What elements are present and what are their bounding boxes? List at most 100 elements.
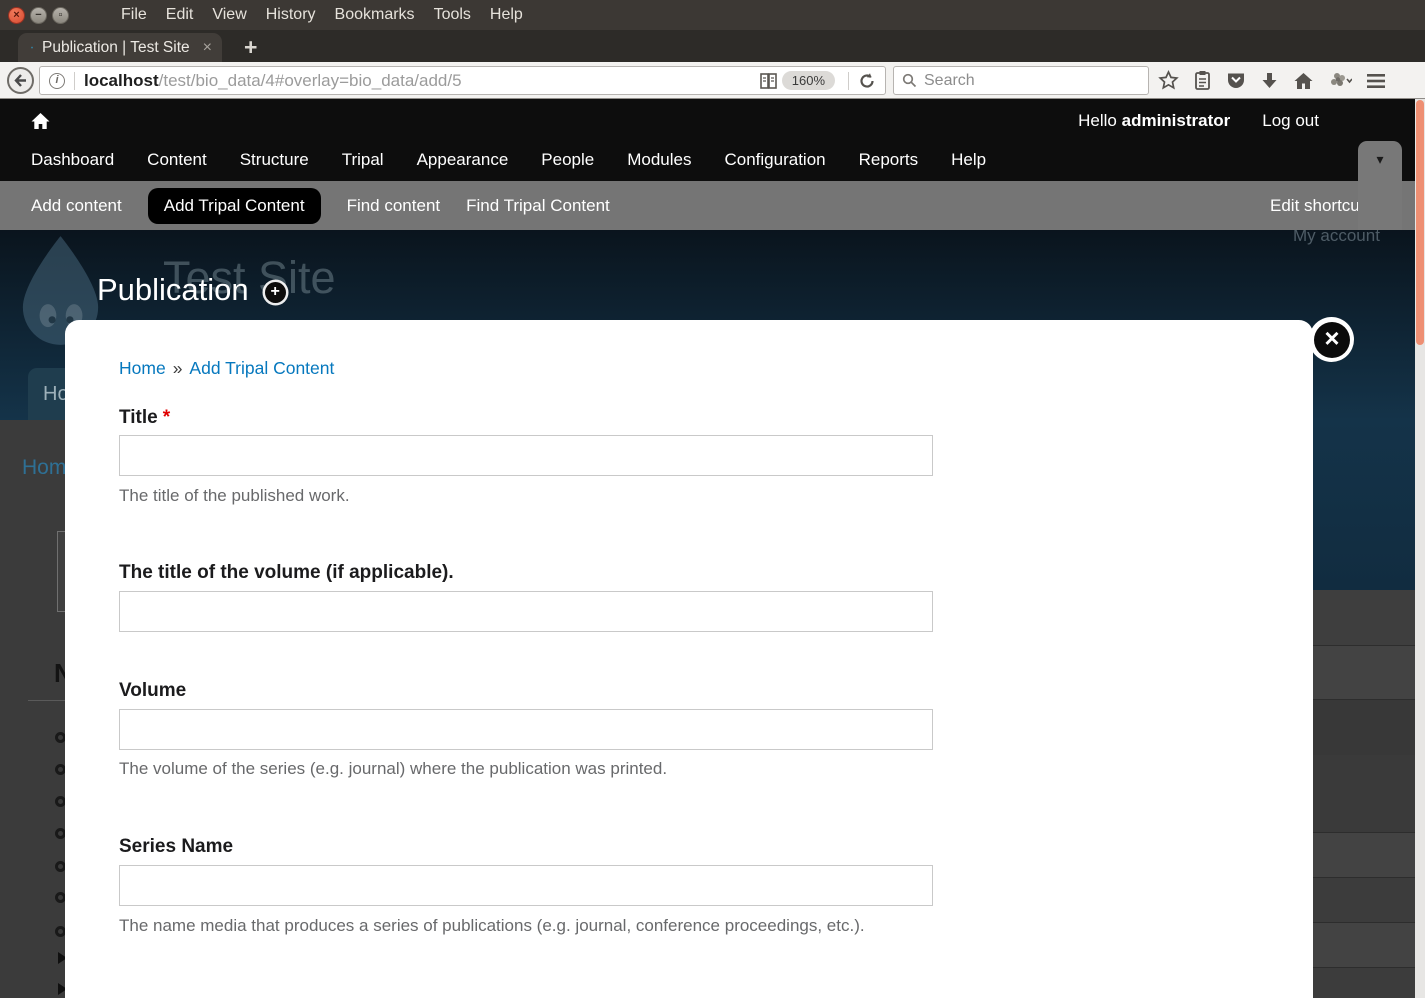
menu-history[interactable]: History — [266, 6, 316, 24]
search-placeholder: Search — [924, 72, 975, 90]
menu-bookmarks[interactable]: Bookmarks — [335, 6, 415, 24]
field-volume-title: The title of the volume (if applicable). — [119, 562, 1253, 632]
shortcut-find-tripal-content[interactable]: Find Tripal Content — [466, 196, 610, 216]
shortcut-bar: Add content Add Tripal Content Find cont… — [0, 181, 1415, 230]
logout-link[interactable]: Log out — [1262, 111, 1319, 131]
toolbar-item-modules[interactable]: Modules — [627, 150, 691, 170]
volume-label: Volume — [119, 680, 1253, 702]
reload-icon[interactable] — [858, 72, 876, 90]
pocket-button[interactable] — [1226, 71, 1246, 90]
volume-input[interactable] — [119, 709, 933, 750]
breadcrumb: Home » Add Tripal Content — [119, 358, 1253, 379]
field-series-name: Series Name The name media that produces… — [119, 836, 1253, 936]
breadcrumb-separator: » — [173, 358, 183, 378]
username: administrator — [1122, 111, 1231, 130]
window-titlebar: × − ▫ File Edit View History Bookmarks T… — [0, 0, 1425, 30]
back-button[interactable] — [7, 67, 34, 94]
scrollbar-thumb[interactable] — [1416, 100, 1424, 345]
admin-toolbar: Hello administrator Log out Dashboard Co… — [0, 99, 1415, 181]
home-button[interactable] — [1293, 71, 1314, 91]
zoom-level-badge[interactable]: 160% — [782, 71, 835, 90]
title-input[interactable] — [119, 435, 933, 476]
tab-title: Publication | Test Site — [42, 39, 190, 57]
series-name-input[interactable] — [119, 865, 933, 906]
bookmark-star-button[interactable] — [1158, 70, 1179, 91]
volume-description: The volume of the series (e.g. journal) … — [119, 759, 1253, 779]
toolbar-item-content[interactable]: Content — [147, 150, 207, 170]
toolbar-toggle-button[interactable]: ▾ — [1358, 141, 1402, 230]
shortcut-add-tripal-content[interactable]: Add Tripal Content — [148, 188, 321, 224]
table-row — [1313, 832, 1415, 877]
addon-flower-button[interactable] — [1328, 71, 1352, 91]
table-row — [1313, 590, 1415, 645]
toolbar-item-structure[interactable]: Structure — [240, 150, 309, 170]
menu-tools[interactable]: Tools — [434, 6, 471, 24]
menu-help[interactable]: Help — [490, 6, 523, 24]
url-path: /test/bio_data/4#overlay=bio_data/add/5 — [159, 71, 462, 91]
title-description: The title of the published work. — [119, 486, 1253, 506]
greeting-text: Hello administrator — [1078, 111, 1230, 131]
url-separator-2 — [848, 72, 849, 90]
scrollbar-track[interactable] — [1415, 99, 1425, 998]
my-account-link: My account — [1293, 230, 1380, 246]
url-separator — [74, 72, 75, 90]
breadcrumb-current-link[interactable]: Add Tripal Content — [189, 358, 334, 378]
menu-edit[interactable]: Edit — [166, 6, 194, 24]
hamburger-menu-button[interactable] — [1366, 73, 1386, 89]
bookmarks-list-button[interactable] — [1193, 70, 1212, 91]
shortcut-find-content[interactable]: Find content — [347, 196, 441, 216]
search-icon — [902, 73, 917, 88]
circle-plus-icon[interactable]: + — [265, 282, 286, 303]
toolbar-item-configuration[interactable]: Configuration — [724, 150, 825, 170]
overlay-close-button[interactable]: × — [1314, 322, 1350, 358]
title-label: Title* — [119, 407, 1253, 429]
volume-title-input[interactable] — [119, 591, 933, 632]
toolbar-item-appearance[interactable]: Appearance — [417, 150, 509, 170]
url-bar[interactable]: i localhost/test/bio_data/4#overlay=bio_… — [39, 66, 886, 95]
toolbar-item-dashboard[interactable]: Dashboard — [31, 150, 114, 170]
required-marker: * — [163, 407, 170, 428]
series-name-description: The name media that produces a series of… — [119, 916, 1253, 936]
window-maximize-button[interactable]: ▫ — [52, 7, 69, 24]
breadcrumb-home-link[interactable]: Home — [119, 358, 166, 378]
background-table-rows — [1313, 590, 1415, 998]
background-breadcrumb-fragment: Hom — [22, 456, 66, 480]
drupal-favicon-icon — [31, 39, 33, 56]
table-row — [1313, 967, 1415, 998]
screen: × − ▫ File Edit View History Bookmarks T… — [0, 0, 1425, 998]
tab-close-icon[interactable]: × — [203, 40, 212, 56]
tab-bar: Publication | Test Site × + — [0, 30, 1425, 62]
table-row — [1313, 877, 1415, 922]
overlay-panel: Home » Add Tripal Content Title* The title… — [65, 320, 1313, 998]
menu-view[interactable]: View — [212, 6, 246, 24]
chevron-down-icon: ▾ — [1376, 151, 1383, 167]
new-tab-button[interactable]: + — [236, 32, 265, 63]
field-volume: Volume The volume of the series (e.g. jo… — [119, 680, 1253, 779]
page-title: Publication — [97, 272, 249, 308]
navigation-bar: i localhost/test/bio_data/4#overlay=bio_… — [0, 62, 1425, 99]
shortcut-add-content[interactable]: Add content — [31, 196, 122, 216]
window-minimize-button[interactable]: − — [30, 7, 47, 24]
toolbar-home-icon[interactable] — [30, 111, 51, 131]
reader-mode-icon[interactable] — [759, 72, 778, 90]
back-arrow-icon — [12, 72, 29, 89]
toolbar-item-people[interactable]: People — [541, 150, 594, 170]
downloads-button[interactable] — [1260, 71, 1279, 91]
window-close-button[interactable]: × — [8, 7, 25, 24]
site-header-background-right — [1313, 420, 1415, 590]
window-controls: × − ▫ — [8, 7, 69, 24]
toolbar-item-tripal[interactable]: Tripal — [342, 150, 384, 170]
toolbar-item-reports[interactable]: Reports — [859, 150, 919, 170]
navbar-icons — [1158, 62, 1386, 99]
menu-file[interactable]: File — [121, 6, 147, 24]
search-input[interactable]: Search — [893, 66, 1149, 95]
table-row — [1313, 645, 1415, 699]
table-row — [1313, 755, 1415, 832]
site-info-icon[interactable]: i — [49, 73, 65, 89]
tab-publication[interactable]: Publication | Test Site × — [18, 33, 222, 62]
toolbar-item-help[interactable]: Help — [951, 150, 986, 170]
volume-title-label: The title of the volume (if applicable). — [119, 562, 1253, 584]
table-row — [1313, 699, 1415, 755]
url-host: localhost — [84, 71, 159, 91]
table-row — [1313, 922, 1415, 967]
